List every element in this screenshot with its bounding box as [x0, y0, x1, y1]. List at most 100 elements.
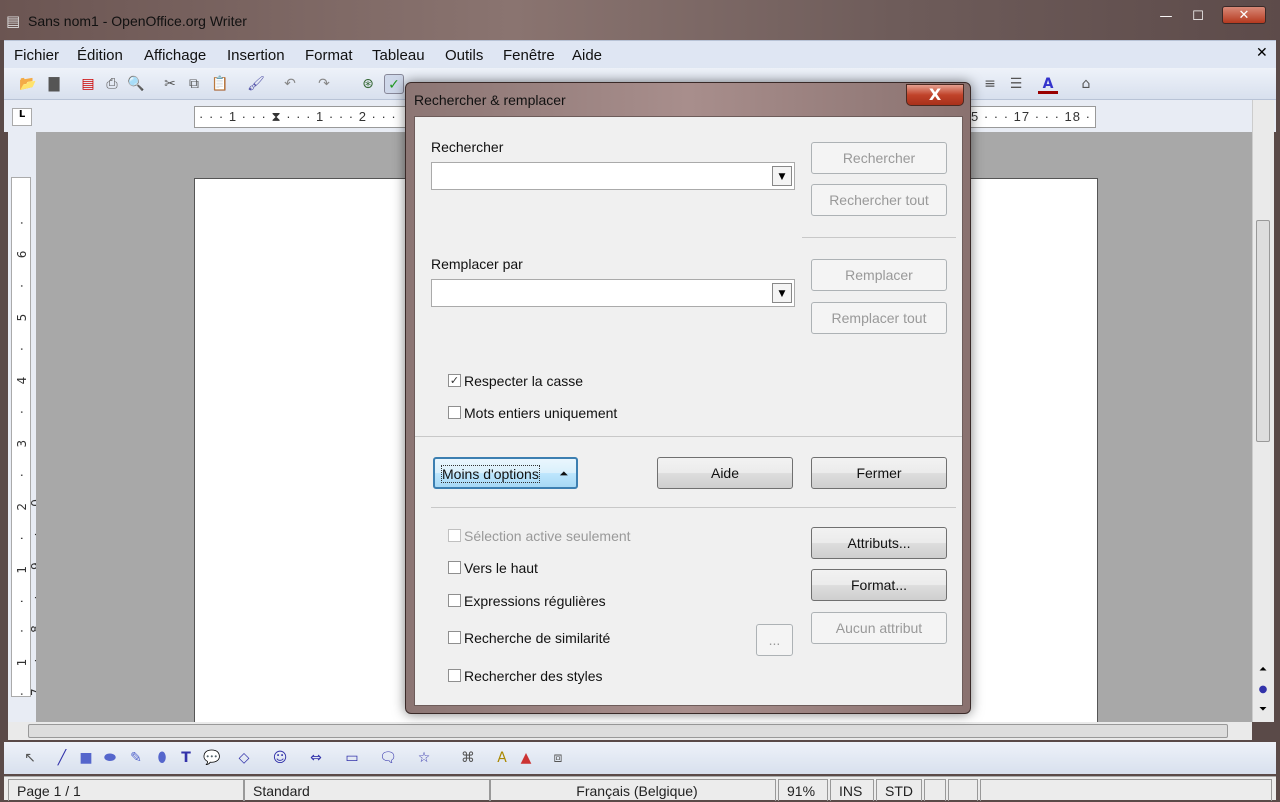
- rectangle-icon[interactable]: ■: [76, 748, 96, 768]
- spellcheck-icon[interactable]: ✓: [384, 74, 404, 94]
- copy-icon[interactable]: ⧉: [184, 74, 204, 94]
- save-icon[interactable]: ▇: [44, 74, 64, 94]
- vertical-scrollbar[interactable]: ⏶ ● ⏷: [1252, 100, 1274, 722]
- fontwork-icon[interactable]: A: [492, 748, 512, 768]
- similarity-checkbox[interactable]: [448, 631, 461, 644]
- app-icon: ▤: [6, 12, 21, 30]
- format-paintbrush-icon[interactable]: 🖌: [246, 74, 266, 94]
- divider: [802, 237, 956, 238]
- tab-stop-selector[interactable]: L: [12, 108, 32, 126]
- preview-icon[interactable]: 🔍: [126, 74, 146, 94]
- text-icon[interactable]: T: [176, 748, 196, 768]
- stars-icon[interactable]: ☆: [414, 748, 434, 768]
- horizontal-scrollbar[interactable]: [8, 722, 1252, 740]
- block-arrows-icon[interactable]: ⇔: [306, 748, 326, 768]
- menu-fenetre[interactable]: Fenêtre: [503, 47, 555, 64]
- close-button[interactable]: Fermer: [811, 457, 947, 489]
- align-right-icon[interactable]: ≡: [980, 74, 1000, 94]
- menu-bar: Fichier Édition Affichage Insertion Form…: [4, 40, 1276, 68]
- search-combobox[interactable]: ▼: [431, 162, 795, 190]
- divider: [431, 507, 956, 508]
- backwards-label: Vers le haut: [464, 560, 538, 576]
- vertical-ruler: · 1 · · 1 · 2 · 3 · 4 · 5 · 6 · 7 · 8 · …: [8, 132, 43, 722]
- menu-format[interactable]: Format: [305, 47, 353, 64]
- close-document-button[interactable]: ✕: [1256, 45, 1268, 61]
- symbol-shapes-icon[interactable]: ☺: [270, 748, 290, 768]
- status-page[interactable]: Page 1 / 1: [8, 779, 244, 801]
- next-page-icon[interactable]: ⏷: [1255, 704, 1271, 720]
- menu-tableau[interactable]: Tableau: [372, 47, 425, 64]
- no-attributes-button[interactable]: Aucun attribut: [811, 612, 947, 644]
- ruler-left-marks: · · · 1 · · · ⧗ · · · 1 · · · 2 · · ·: [199, 109, 397, 124]
- extrusion-icon[interactable]: ⧈: [548, 748, 568, 768]
- font-color-icon[interactable]: A: [1038, 74, 1058, 94]
- basic-shapes-icon[interactable]: ◇: [234, 748, 254, 768]
- menu-fichier[interactable]: Fichier: [14, 47, 59, 64]
- format-button[interactable]: Format...: [811, 569, 947, 601]
- paste-icon[interactable]: 📋: [210, 74, 230, 94]
- replace-combobox[interactable]: ▼: [431, 279, 795, 307]
- menu-outils[interactable]: Outils: [445, 47, 483, 64]
- scroll-thumb[interactable]: [1256, 220, 1270, 442]
- callouts-icon[interactable]: 🗨: [378, 748, 398, 768]
- search-all-button[interactable]: Rechercher tout: [811, 184, 947, 216]
- current-selection-checkbox[interactable]: [448, 529, 461, 542]
- status-insert-mode[interactable]: INS: [830, 779, 874, 801]
- redo-icon[interactable]: ↷: [314, 74, 334, 94]
- replace-button[interactable]: Remplacer: [811, 259, 947, 291]
- current-selection-label: Sélection active seulement: [464, 528, 631, 544]
- minimize-button[interactable]: —: [1152, 8, 1180, 26]
- navigator-icon[interactable]: ⊛: [358, 74, 378, 94]
- menu-aide[interactable]: Aide: [572, 47, 602, 64]
- replace-all-button[interactable]: Remplacer tout: [811, 302, 947, 334]
- print-icon[interactable]: ⎙: [102, 74, 122, 94]
- dialog-close-button[interactable]: X: [906, 84, 964, 106]
- status-language[interactable]: Français (Belgique): [490, 779, 776, 801]
- attributes-button[interactable]: Attributs...: [811, 527, 947, 559]
- whole-words-checkbox[interactable]: [448, 406, 461, 419]
- close-window-button[interactable]: ✕: [1222, 6, 1266, 24]
- menu-edition[interactable]: Édition: [77, 47, 123, 64]
- freeform-icon[interactable]: ✎: [126, 748, 146, 768]
- match-case-checkbox[interactable]: ✓: [448, 374, 461, 387]
- whole-words-label: Mots entiers uniquement: [464, 405, 618, 421]
- search-button[interactable]: Rechercher: [811, 142, 947, 174]
- open-icon[interactable]: 📂: [18, 74, 38, 94]
- line-icon[interactable]: ╱: [52, 748, 72, 768]
- status-signature: [948, 779, 978, 801]
- flowchart-icon[interactable]: ▭: [342, 748, 362, 768]
- status-selection-mode[interactable]: STD: [876, 779, 922, 801]
- curve-icon[interactable]: ⬮: [152, 748, 172, 768]
- justify-icon[interactable]: ☰: [1006, 74, 1026, 94]
- cut-icon[interactable]: ✂: [160, 74, 180, 94]
- backwards-checkbox[interactable]: [448, 561, 461, 574]
- regex-checkbox[interactable]: [448, 594, 461, 607]
- ellipse-icon[interactable]: ⬬: [100, 748, 120, 768]
- from-file-icon[interactable]: ▲: [516, 748, 536, 768]
- divider: [415, 436, 962, 437]
- status-zoom[interactable]: 91%: [778, 779, 828, 801]
- less-options-button[interactable]: Moins d'options ⏶: [433, 457, 578, 489]
- find-replace-dialog: Rechercher & remplacer X Rechercher ▼ Re…: [405, 82, 971, 714]
- navigation-icon[interactable]: ●: [1255, 684, 1271, 700]
- pdf-icon[interactable]: ▤: [78, 74, 98, 94]
- select-icon[interactable]: ↖: [20, 748, 40, 768]
- styles-checkbox[interactable]: [448, 669, 461, 682]
- callout-icon[interactable]: 💬: [202, 748, 222, 768]
- highlight-icon[interactable]: ⌂: [1076, 74, 1096, 94]
- search-label: Rechercher: [431, 139, 504, 155]
- chevron-down-icon[interactable]: ▼: [772, 166, 792, 186]
- previous-page-icon[interactable]: ⏶: [1255, 664, 1271, 680]
- hscroll-thumb[interactable]: [28, 724, 1228, 738]
- similarity-options-button[interactable]: ...: [756, 624, 793, 656]
- undo-icon[interactable]: ↶: [280, 74, 300, 94]
- status-style[interactable]: Standard: [244, 779, 490, 801]
- maximize-button[interactable]: ☐: [1184, 8, 1212, 26]
- menu-affichage[interactable]: Affichage: [144, 47, 206, 64]
- menu-insertion[interactable]: Insertion: [227, 47, 285, 64]
- match-case-label: Respecter la casse: [464, 373, 584, 389]
- chevron-down-icon[interactable]: ▼: [772, 283, 792, 303]
- status-info: [980, 779, 1272, 801]
- help-button[interactable]: Aide: [657, 457, 793, 489]
- points-icon[interactable]: ⌘: [458, 748, 478, 768]
